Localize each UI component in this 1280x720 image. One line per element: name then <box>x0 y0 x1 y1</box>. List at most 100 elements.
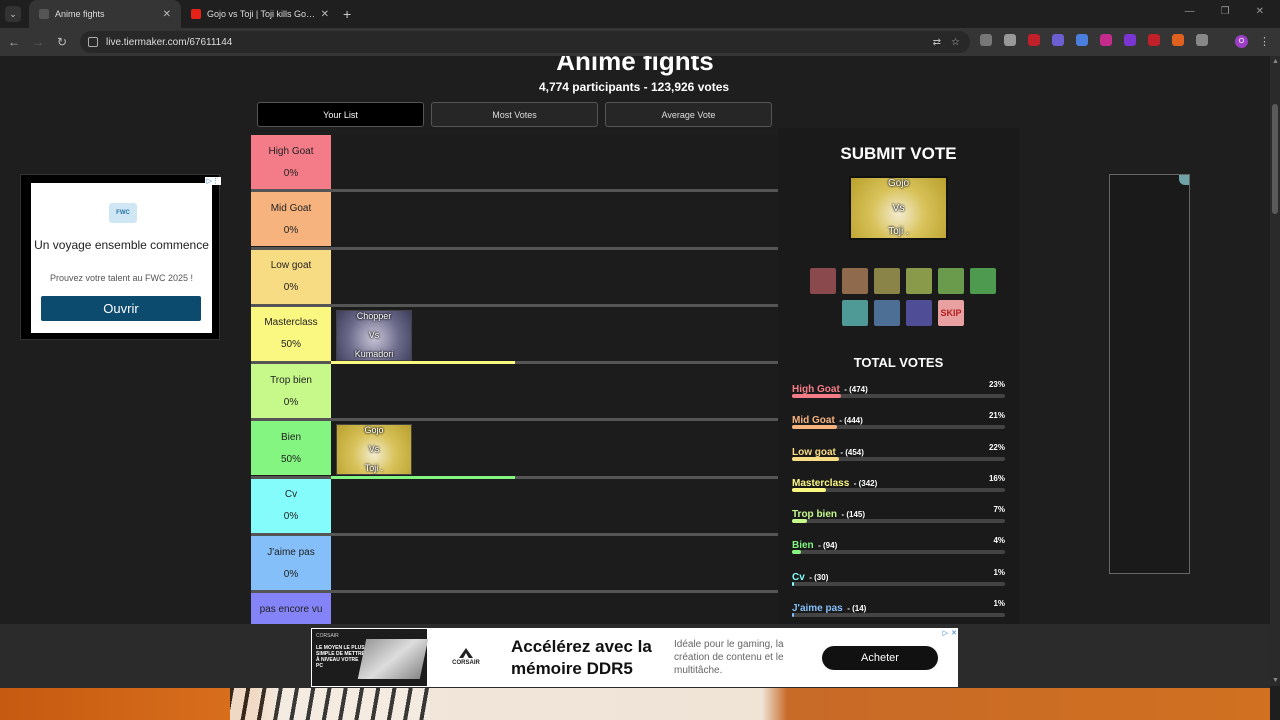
tier-label[interactable]: Bien 50% <box>251 421 331 476</box>
bookmark-star-icon[interactable]: ☆ <box>951 37 960 48</box>
tier-name: Cv <box>284 489 298 501</box>
tier-name: J'aime pas <box>267 546 315 558</box>
scroll-up-icon[interactable]: ▲ <box>1272 58 1279 65</box>
tier-vote-swatch[interactable] <box>874 268 900 294</box>
vote-bar-track <box>792 613 1005 618</box>
ad-open-button[interactable]: Ouvrir <box>41 296 201 321</box>
translate-extension-icon[interactable] <box>1076 34 1088 46</box>
adchoices-icon[interactable]: ▷ <box>943 629 948 637</box>
vote-count: - (342) <box>853 478 878 488</box>
swatch-row <box>808 268 998 294</box>
extension-icon[interactable] <box>1100 34 1112 46</box>
minimize-icon[interactable]: — <box>1185 6 1195 17</box>
puzzle-icon[interactable] <box>1196 34 1208 46</box>
adchoices-icon[interactable]: ▷⋮ <box>204 177 221 185</box>
tab-anime-fights[interactable]: Anime fights ✕ <box>29 0 181 28</box>
tier-vote-swatch[interactable] <box>906 300 932 326</box>
corsair-logo: CORSAIR <box>451 648 481 666</box>
tier-percent: 0% <box>283 224 299 236</box>
tier-label[interactable]: Trop bien 0% <box>251 364 331 419</box>
tier-label[interactable]: J'aime pas 0% <box>251 536 331 591</box>
more-menu-icon[interactable]: ⋮ <box>1259 35 1270 48</box>
right-advertisement[interactable] <box>1109 174 1190 574</box>
tier-label[interactable]: Cv 0% <box>251 478 331 533</box>
extension-icon[interactable] <box>1052 34 1064 46</box>
tab-average-vote[interactable]: Average Vote <box>605 102 772 127</box>
site-info-icon[interactable] <box>88 37 98 47</box>
tier-vote-swatch[interactable] <box>842 268 868 294</box>
ad-buy-button[interactable]: Acheter <box>822 646 938 670</box>
scrollbar-thumb[interactable] <box>1272 104 1278 214</box>
tier-vote-swatch[interactable] <box>938 268 964 294</box>
ad-description: Idéale pour le gaming, la création de co… <box>674 639 784 676</box>
vote-percent: 22% <box>988 442 1005 452</box>
tier-percent: 0% <box>283 511 299 523</box>
tier-item-card[interactable]: Gojo Vs Toji . <box>336 424 412 476</box>
tier-row: Masterclass 50% Chopper Vs Kumadori <box>251 306 778 365</box>
skip-button[interactable]: SKIP <box>938 300 964 326</box>
window-controls: — ❐ ✕ <box>1169 0 1280 23</box>
tier-label[interactable]: Masterclass 50% <box>251 306 331 361</box>
tab-your-list[interactable]: Your List <box>257 102 424 127</box>
ad-headline: Accélérez avec la mémoire DDR5 <box>511 637 652 678</box>
vote-bar-track <box>792 487 1005 492</box>
tier-row: J'aime pas 0% <box>251 536 778 594</box>
extension-icon[interactable] <box>1148 34 1160 46</box>
forward-icon[interactable]: → <box>26 35 50 49</box>
vote-count: - (145) <box>841 510 866 520</box>
address-bar[interactable]: live.tiermaker.com/67611144 ⇄ ☆ <box>80 31 970 53</box>
vote-count: - (30) <box>809 572 829 582</box>
close-icon[interactable]: ✕ <box>321 9 329 20</box>
tier-row: Mid Goat 0% <box>251 192 778 250</box>
current-vote-image: Gojo Vs Toji . <box>849 176 948 240</box>
vote-percent: 7% <box>993 505 1005 515</box>
bottom-advertisement[interactable]: CORSAIR LE MOYEN LE PLUS SIMPLE DE METTR… <box>311 628 958 687</box>
tab-youtube-video[interactable]: Gojo vs Toji | Toji kills Gojo (Rou ✕ <box>181 0 339 28</box>
extension-icon[interactable] <box>1028 34 1040 46</box>
vote-bar-track <box>792 550 1005 555</box>
close-window-icon[interactable]: ✕ <box>1256 6 1264 17</box>
back-icon[interactable]: ← <box>2 35 26 49</box>
translate-icon[interactable]: ⇄ <box>933 37 941 48</box>
card-caption-top: Gojo <box>364 425 384 436</box>
tier-vote-swatch[interactable] <box>810 268 836 294</box>
new-tab-button[interactable]: + <box>343 6 351 22</box>
tier-item-card[interactable]: Chopper Vs Kumadori <box>336 309 412 361</box>
tier-label[interactable]: Mid Goat 0% <box>251 192 331 247</box>
vote-row: Bien - (94) 4% <box>792 535 1005 566</box>
left-advertisement[interactable]: FWC Un voyage ensemble commence Prouvez … <box>20 174 221 340</box>
tab-title: Gojo vs Toji | Toji kills Gojo (Rou <box>207 9 317 19</box>
extension-icon[interactable] <box>1172 34 1184 46</box>
shield-icon[interactable] <box>1004 34 1016 46</box>
image-caption-top: Gojo <box>887 178 910 189</box>
reload-icon[interactable]: ↻ <box>50 35 74 49</box>
tier-vote-swatch[interactable] <box>874 300 900 326</box>
tier-label[interactable]: Low goat 0% <box>251 249 331 304</box>
ad-corner-icon[interactable] <box>1179 175 1189 185</box>
ad-logo: FWC <box>109 203 137 223</box>
card-caption-mid: Vs <box>368 329 380 340</box>
tab-strip: ⌄ Anime fights ✕ Gojo vs Toji | Toji kil… <box>0 0 1280 28</box>
restore-icon[interactable]: ❐ <box>1221 6 1230 17</box>
vote-bar-track <box>792 394 1005 398</box>
tier-vote-swatch[interactable] <box>906 268 932 294</box>
profile-avatar[interactable]: O <box>1235 35 1248 48</box>
scroll-down-icon[interactable]: ▼ <box>1272 677 1279 684</box>
vote-row: Cv - (30) 1% <box>792 567 1005 598</box>
close-icon[interactable]: ✕ <box>163 9 171 20</box>
tab-most-votes[interactable]: Most Votes <box>431 102 598 127</box>
vote-percent: 23% <box>988 380 1005 389</box>
tier-vote-swatch[interactable] <box>970 268 996 294</box>
tier-name: Mid Goat <box>270 202 312 214</box>
extension-icon[interactable] <box>1124 34 1136 46</box>
page-scrollbar[interactable]: ▲ ▼ <box>1270 56 1280 686</box>
participants-stats: 4,774 participants - 123,926 votes <box>538 80 730 94</box>
tier-percent: 50% <box>280 453 301 465</box>
tier-vote-swatch[interactable] <box>842 300 868 326</box>
tier-label[interactable]: High Goat 0% <box>251 135 331 189</box>
vote-tier-name: Low goat <box>792 446 836 458</box>
tab-search-button[interactable]: ⌄ <box>5 6 21 22</box>
ad-close-icon[interactable]: ✕ <box>951 629 957 637</box>
extension-icon[interactable] <box>980 34 992 46</box>
vote-percent: 21% <box>988 411 1005 421</box>
